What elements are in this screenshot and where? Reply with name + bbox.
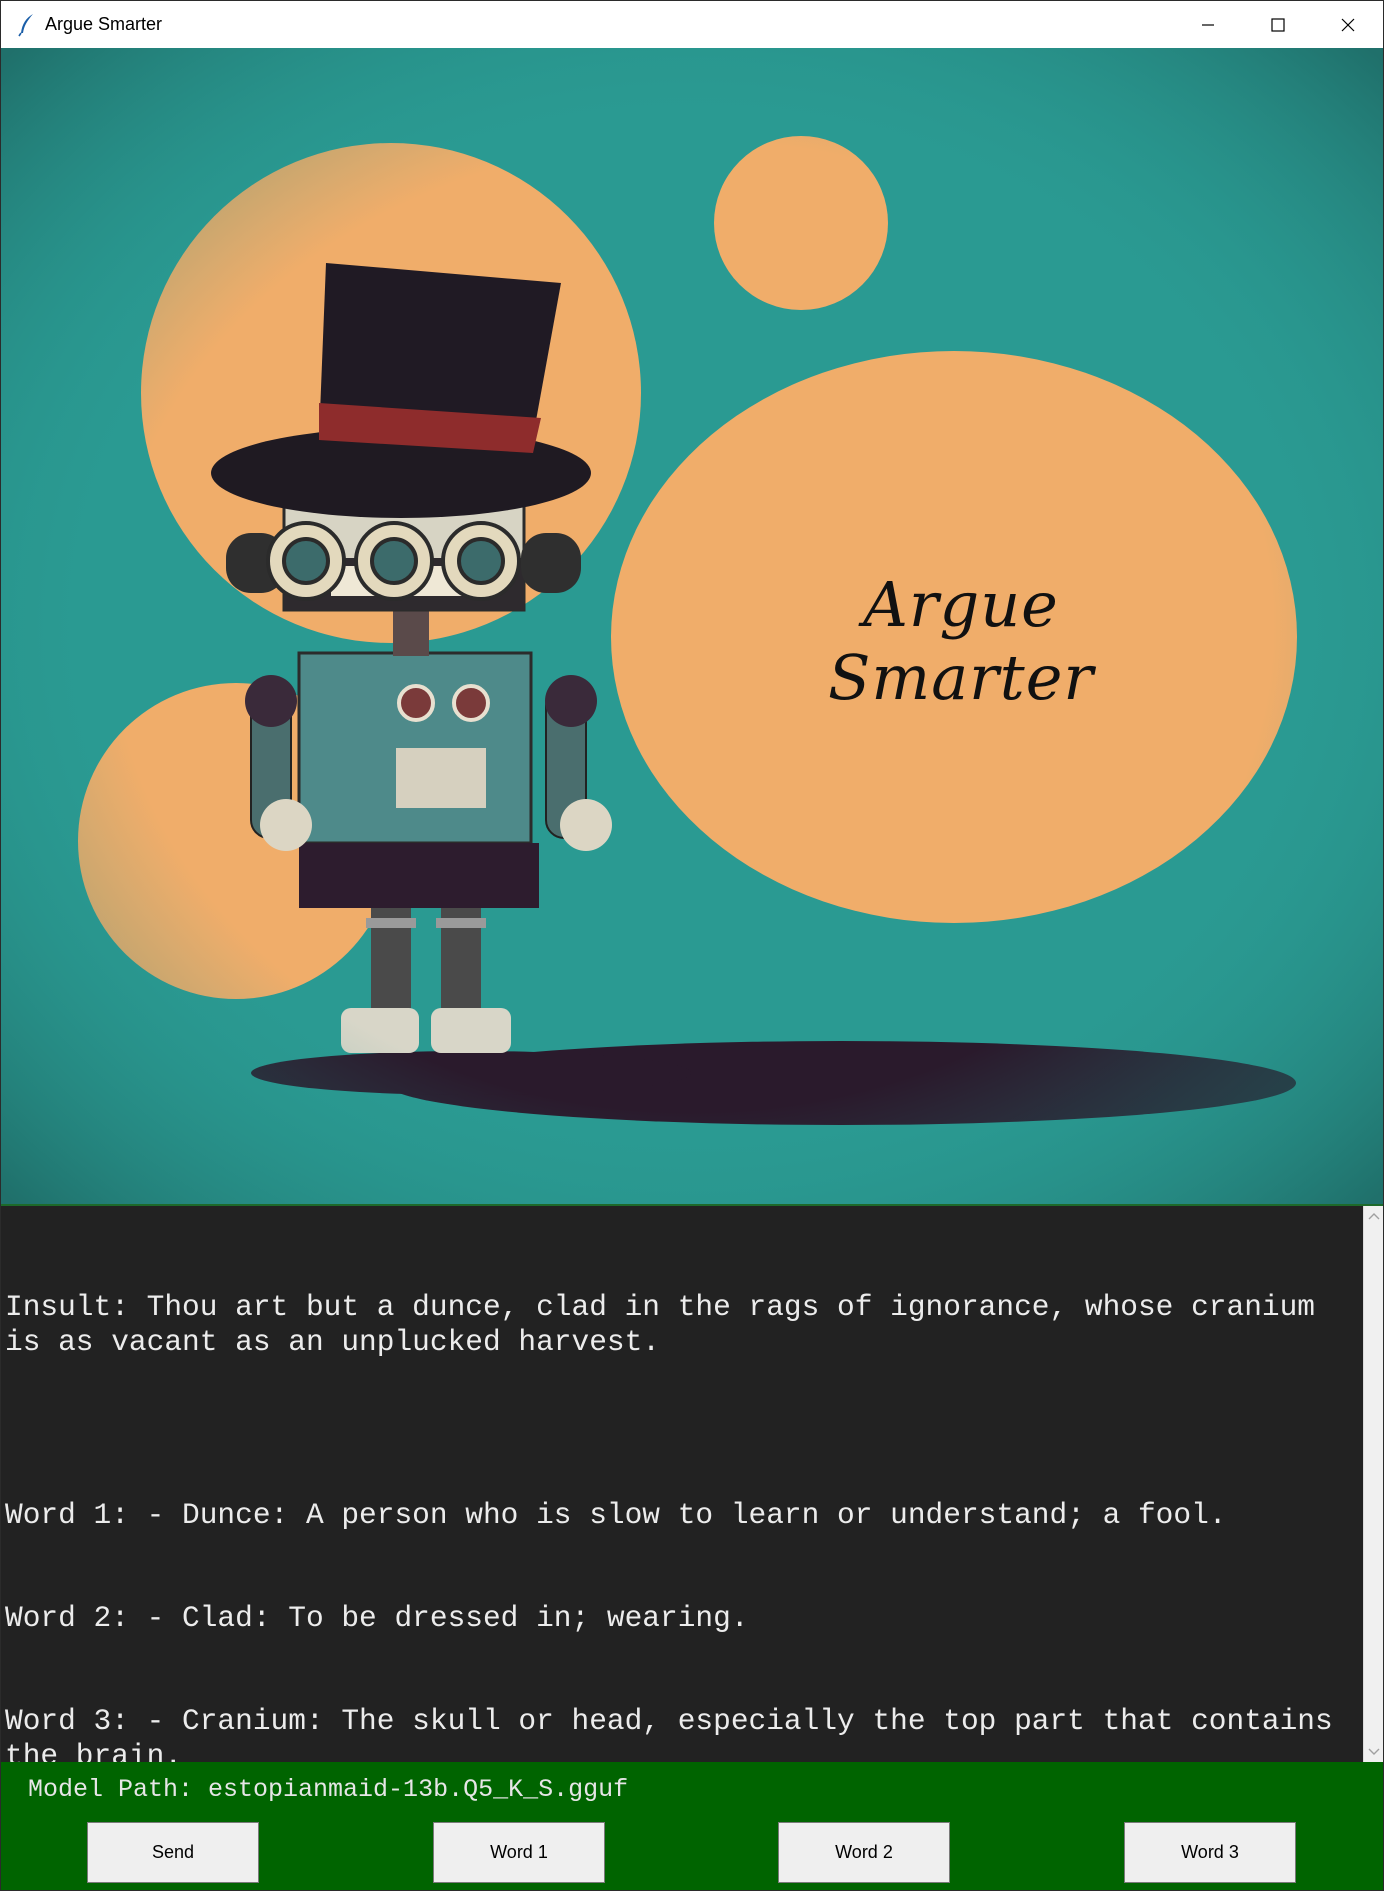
word2-button[interactable]: Word 2 — [778, 1822, 950, 1883]
maximize-icon — [1271, 17, 1285, 32]
window-controls — [1173, 1, 1383, 48]
word3-definition: Word 3: - Cranium: The skull or head, es… — [5, 1704, 1351, 1762]
insult-text: Insult: Thou art but a dunce, clad in th… — [5, 1290, 1333, 1359]
output-scrollbar[interactable] — [1363, 1206, 1383, 1762]
minimize-button[interactable] — [1173, 1, 1243, 48]
close-icon — [1341, 18, 1355, 31]
window-title: Argue Smarter — [45, 14, 163, 34]
chevron-up-icon — [1368, 1213, 1380, 1220]
word1-button[interactable]: Word 1 — [433, 1822, 605, 1883]
scroll-up-button[interactable] — [1364, 1206, 1384, 1226]
feather-icon — [17, 13, 37, 37]
word3-button[interactable]: Word 3 — [1124, 1822, 1296, 1883]
close-button[interactable] — [1313, 1, 1383, 48]
title-bar: Argue Smarter — [1, 1, 1383, 49]
model-path-label: Model Path: estopianmaid-13b.Q5_K_S.gguf — [28, 1775, 629, 1804]
word2-definition: Word 2: - Clad: To be dressed in; wearin… — [5, 1601, 749, 1635]
word1-definition: Word 1: - Dunce: A person who is slow to… — [5, 1498, 1227, 1532]
banner-title: Argue Smarter — [827, 568, 1095, 714]
maximize-button[interactable] — [1243, 1, 1313, 48]
scroll-down-button[interactable] — [1364, 1742, 1384, 1762]
minimize-icon — [1202, 23, 1214, 26]
chevron-down-icon — [1368, 1748, 1380, 1755]
send-button[interactable]: Send — [87, 1822, 259, 1883]
output-text-area[interactable]: Insult: Thou art but a dunce, clad in th… — [1, 1206, 1363, 1762]
robot-banner-image: Argue Smarter — [1, 48, 1383, 1207]
app-window: Argue Smarter Argue Smarter Insult: Thou… — [0, 0, 1384, 1891]
